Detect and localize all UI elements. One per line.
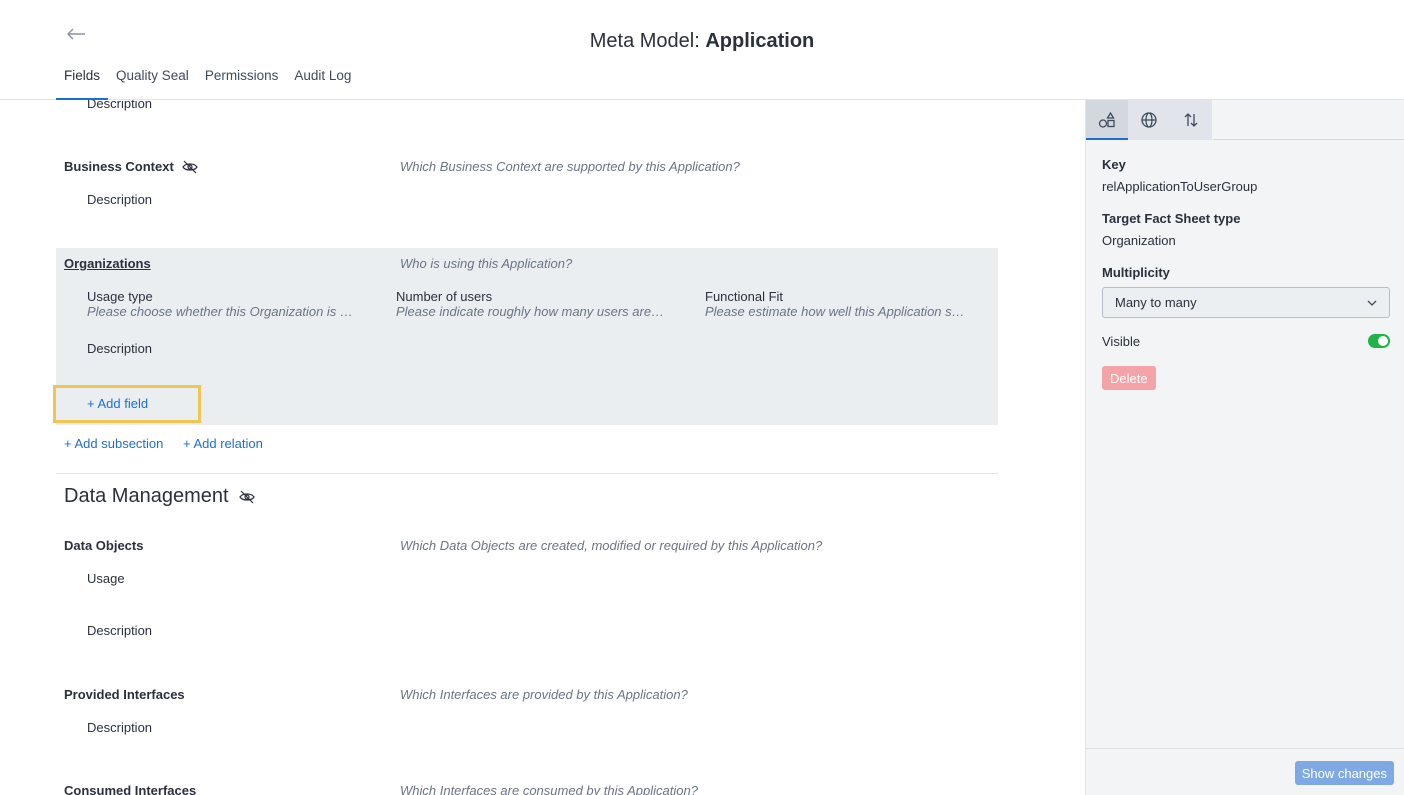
visible-toggle[interactable] [1368,334,1390,348]
tab-quality-seal[interactable]: Quality Seal [108,66,197,100]
subfield-usage[interactable]: Usage [87,571,125,586]
description-label: Description [87,100,153,111]
relation-business-context[interactable]: Business Context [64,159,198,174]
multiplicity-select[interactable]: Many to many [1102,287,1390,318]
panel-tab-bar [1086,100,1212,140]
eye-off-icon [238,490,255,503]
description-label: Description [87,341,153,356]
description-label: Description [87,192,153,207]
page-title: Meta Model: Application [0,30,1404,53]
multiplicity-value: Many to many [1115,295,1197,310]
relation-title: Consumed Interfaces [64,783,197,795]
shapes-icon[interactable] [1086,100,1128,140]
panel-footer: Show changes [1086,748,1404,795]
sort-icon[interactable] [1170,100,1212,140]
subfield-label: Number of users [396,289,493,304]
target-type-value: Organization [1102,233,1176,248]
globe-icon[interactable] [1128,100,1170,140]
subfield-functional-fit[interactable]: Functional Fit Please estimate how well … [705,289,967,319]
subfield-number-of-users[interactable]: Number of users Please indicate roughly … [396,289,666,319]
relation-hint: Who is using this Application? [400,256,573,271]
section-data-management[interactable]: Data Management [64,485,255,508]
relation-hint: Which Business Context are supported by … [400,159,740,174]
relation-organizations[interactable]: Organizations [64,256,151,271]
relation-hint: Which Interfaces are consumed by this Ap… [400,783,698,795]
relation-hint: Which Data Objects are created, modified… [400,538,823,553]
key-label: Key [1102,157,1126,172]
add-subsection-button[interactable]: + Add subsection [64,436,163,451]
add-field-button[interactable]: + Add field [87,396,148,411]
subfield-hint: Please indicate roughly how many users a… [396,304,666,319]
delete-button[interactable]: Delete [1102,366,1156,390]
properties-panel: Key relApplicationToUserGroup Target Fac… [1085,100,1404,795]
subfield-label: Functional Fit [705,289,784,304]
tab-bar: Fields Quality Seal Permissions Audit Lo… [56,66,359,100]
relation-consumed-interfaces[interactable]: Consumed Interfaces [64,783,196,795]
panel-tab-divider [1213,139,1404,140]
tab-permissions[interactable]: Permissions [197,66,287,100]
relation-title: Provided Interfaces [64,687,185,702]
add-relation-button[interactable]: + Add relation [183,436,263,451]
tab-audit-log[interactable]: Audit Log [286,66,359,100]
relation-title: Organizations [64,256,151,271]
relation-hint: Which Interfaces are provided by this Ap… [400,687,688,702]
page-title-name: Application [705,30,815,52]
subfield-hint: Please estimate how well this Applicatio… [705,304,967,319]
subfield-usage-type[interactable]: Usage type Please choose whether this Or… [87,289,357,319]
target-type-label: Target Fact Sheet type [1102,211,1241,226]
subfield-hint: Please choose whether this Organization … [87,304,357,319]
fields-editor: Description Business Context Which Busin… [0,100,1085,795]
show-changes-button[interactable]: Show changes [1294,761,1394,785]
multiplicity-label: Multiplicity [1102,265,1170,280]
section-title: Data Management [64,485,229,507]
tab-fields[interactable]: Fields [56,66,109,100]
subfield-label: Usage type [87,289,153,304]
chevron-down-icon [1367,300,1377,306]
relation-title: Business Context [64,159,174,174]
relation-title: Data Objects [64,538,144,553]
visible-label: Visible [1102,334,1141,349]
relation-provided-interfaces[interactable]: Provided Interfaces [64,687,185,702]
page-header: Meta Model: Application Fields Quality S… [0,0,1404,100]
eye-off-icon [182,160,198,173]
relation-data-objects[interactable]: Data Objects [64,538,143,553]
page-title-prefix: Meta Model: [589,30,706,52]
section-divider [56,473,998,474]
key-value: relApplicationToUserGroup [1102,179,1258,194]
description-label: Description [87,623,153,638]
description-label: Description [87,720,153,735]
